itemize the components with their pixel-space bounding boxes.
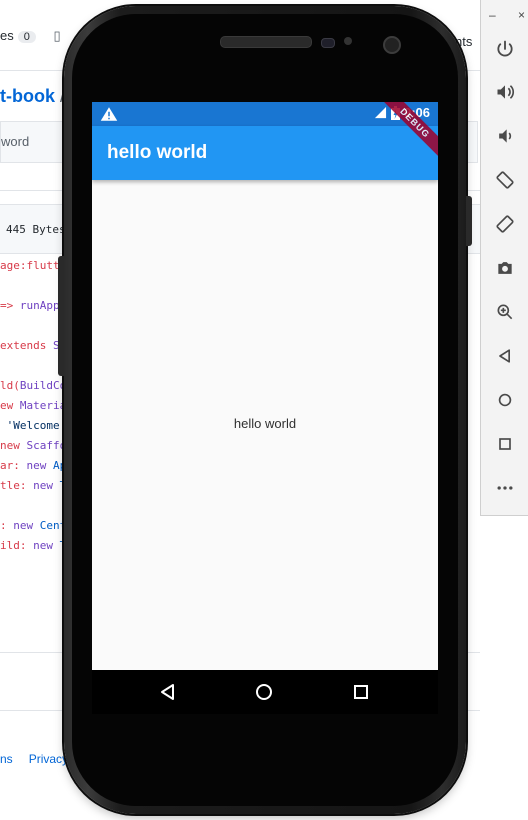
footer-link-terms[interactable]: ns [0, 752, 13, 766]
side-power-button [466, 196, 472, 246]
light-sensor [344, 37, 352, 45]
nav-home-icon[interactable] [252, 680, 276, 704]
emulator-toolbar: – × [480, 0, 528, 516]
code-line: extends St [0, 339, 66, 352]
warning-icon [100, 107, 118, 121]
app-bar-title: hello world [107, 142, 208, 163]
code-line: tle: new T [0, 479, 67, 492]
front-camera [383, 36, 401, 54]
volume-down-icon[interactable] [493, 124, 517, 148]
proximity-sensor [321, 38, 335, 48]
code-line: ar: new Ap [0, 459, 67, 472]
code-line: ild: new T [0, 539, 67, 552]
side-volume-button [58, 256, 64, 376]
home-icon[interactable] [493, 388, 517, 412]
rotate-left-icon[interactable] [493, 168, 517, 192]
code-line: 'Welcome [0, 419, 60, 432]
signal-icon [374, 106, 387, 119]
code-line: => runApp [0, 299, 60, 312]
more-icon[interactable] [493, 476, 517, 500]
issues-count-badge: 0 [17, 31, 36, 43]
code-line: ew Materia [0, 399, 67, 412]
nav-overview-icon[interactable] [349, 680, 373, 704]
footer-link-privacy[interactable]: Privacy [29, 752, 68, 766]
close-button[interactable]: × [518, 8, 525, 22]
code-view: age:flutte => runApp extends St ld(Build… [0, 256, 66, 556]
repo-name-link[interactable]: t-book [0, 86, 55, 106]
nav-back-icon[interactable] [156, 680, 180, 704]
window-controls: – × [489, 8, 525, 22]
center-text: hello world [233, 416, 297, 431]
rotate-right-icon[interactable] [493, 212, 517, 236]
search-placeholder: word [1, 134, 30, 149]
code-line: age:flutte [0, 259, 67, 272]
camera-icon[interactable] [493, 256, 517, 280]
code-line: new Scaffo [0, 439, 67, 452]
file-size-label: 445 Bytes [6, 223, 66, 236]
status-bar: 9:06 [92, 102, 438, 126]
volume-up-icon[interactable] [493, 80, 517, 104]
code-line: ld(BuildCo [0, 379, 67, 392]
projects-icon: ▯ [53, 28, 61, 43]
app-bar: hello world [92, 126, 438, 180]
navigation-bar [92, 670, 438, 714]
earpiece-speaker [220, 36, 312, 48]
repo-breadcrumb[interactable]: t-book / [0, 86, 65, 107]
minimize-button[interactable]: – [489, 8, 496, 22]
power-icon[interactable] [493, 37, 517, 61]
tab-issues[interactable]: es 0 ▯ [0, 28, 61, 44]
zoom-icon[interactable] [493, 300, 517, 324]
back-icon[interactable] [493, 344, 517, 368]
phone-screen: 9:06 hello world DEBUG hello world [92, 102, 438, 714]
overview-icon[interactable] [493, 432, 517, 456]
code-line: : new Cent [0, 519, 67, 532]
tab-issues-label: es [0, 28, 14, 43]
